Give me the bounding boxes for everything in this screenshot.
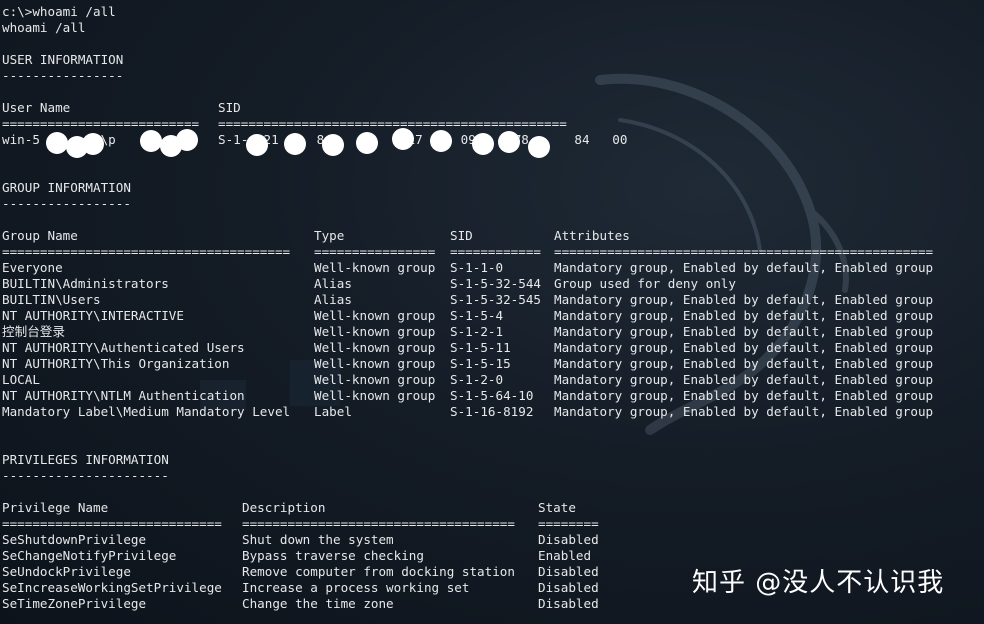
- user-name-separator: ==========================: [2, 116, 200, 131]
- group-type-cell: Well-known group: [314, 308, 436, 323]
- redaction-mark: [430, 130, 452, 152]
- group-name-cell: NT AUTHORITY\This Organization: [2, 356, 230, 371]
- zhihu-watermark: 知乎 @没人不认识我: [692, 568, 945, 598]
- privilege-description-cell: Increase a process working set: [242, 580, 470, 595]
- group-type-column-header: Type: [314, 228, 345, 243]
- privileges-info-heading: PRIVILEGES INFORMATION: [2, 452, 169, 467]
- redaction-mark: [246, 134, 268, 156]
- group-type-cell: Well-known group: [314, 388, 436, 403]
- group-sid-column-header: SID: [450, 228, 473, 243]
- privilege-state-column-header: State: [538, 500, 576, 515]
- group-sid-cell: S-1-2-0: [450, 372, 504, 387]
- privilege-state-cell: Enabled: [538, 548, 592, 563]
- sid-separator: ========================================…: [218, 116, 567, 131]
- redaction-mark: [392, 128, 414, 150]
- group-sid-cell: S-1-1-0: [450, 260, 504, 275]
- group-name-cell: BUILTIN\Administrators: [2, 276, 169, 291]
- group-attributes-cell: Mandatory group, Enabled by default, Ena…: [554, 308, 934, 323]
- group-sid-cell: S-1-5-64-10: [450, 388, 534, 403]
- redaction-mark: [472, 133, 494, 155]
- user-sid-value: S-1- 21 84 09 17 09 78 84 00: [218, 132, 628, 147]
- group-type-cell: Label: [314, 404, 352, 419]
- privilege-name-cell: SeShutdownPrivilege: [2, 532, 147, 547]
- redaction-mark: [528, 136, 550, 158]
- group-type-cell: Alias: [314, 292, 352, 307]
- prompt-line: c:\>whoami /all: [2, 4, 116, 19]
- privilege-description-separator: ====================================: [242, 516, 515, 531]
- privilege-description-cell: Bypass traverse checking: [242, 548, 424, 563]
- group-attributes-column-header: Attributes: [554, 228, 630, 243]
- group-name-separator: ======================================: [2, 244, 291, 259]
- group-attributes-separator: ========================================…: [554, 244, 934, 259]
- group-name-cell: NT AUTHORITY\NTLM Authentication: [2, 388, 245, 403]
- redaction-mark: [356, 132, 378, 154]
- group-name-cell: NT AUTHORITY\Authenticated Users: [2, 340, 245, 355]
- redaction-mark: [284, 133, 306, 155]
- privilege-description-column-header: Description: [242, 500, 326, 515]
- privilege-name-cell: SeIncreaseWorkingSetPrivilege: [2, 580, 222, 595]
- group-attributes-cell: Mandatory group, Enabled by default, Ena…: [554, 260, 934, 275]
- group-info-underline: -----------------: [2, 196, 131, 211]
- privilege-state-separator: ========: [538, 516, 599, 531]
- command-echo-line: whoami /all: [2, 20, 86, 35]
- privilege-description-cell: Remove computer from docking station: [242, 564, 515, 579]
- privilege-name-separator: =============================: [2, 516, 222, 531]
- group-type-cell: Well-known group: [314, 340, 436, 355]
- privilege-name-cell: SeTimeZonePrivilege: [2, 596, 147, 611]
- privilege-description-cell: Change the time zone: [242, 596, 394, 611]
- privilege-description-cell: Shut down the system: [242, 532, 394, 547]
- group-attributes-cell: Mandatory group, Enabled by default, Ena…: [554, 324, 934, 339]
- group-name-cell: BUILTIN\Users: [2, 292, 101, 307]
- privilege-state-cell: Disabled: [538, 596, 599, 611]
- user-info-underline: ----------------: [2, 68, 124, 83]
- group-type-cell: Well-known group: [314, 356, 436, 371]
- group-sid-separator: ============: [450, 244, 541, 259]
- group-name-cell: 控制台登录: [2, 324, 65, 339]
- group-type-cell: Well-known group: [314, 324, 436, 339]
- group-sid-cell: S-1-5-11: [450, 340, 511, 355]
- sid-column-header: SID: [218, 100, 241, 115]
- redaction-mark: [498, 131, 520, 153]
- redaction-mark: [176, 129, 198, 151]
- group-name-column-header: Group Name: [2, 228, 78, 243]
- group-attributes-cell: Mandatory group, Enabled by default, Ena…: [554, 356, 934, 371]
- group-sid-cell: S-1-5-4: [450, 308, 504, 323]
- group-attributes-cell: Mandatory group, Enabled by default, Ena…: [554, 292, 934, 307]
- group-name-cell: Everyone: [2, 260, 63, 275]
- redaction-mark: [140, 130, 162, 152]
- group-info-heading: GROUP INFORMATION: [2, 180, 131, 195]
- privilege-state-cell: Disabled: [538, 580, 599, 595]
- privilege-state-cell: Disabled: [538, 564, 599, 579]
- group-type-separator: ================: [314, 244, 436, 259]
- privilege-state-cell: Disabled: [538, 532, 599, 547]
- group-attributes-cell: Mandatory group, Enabled by default, Ena…: [554, 340, 934, 355]
- group-attributes-cell: Mandatory group, Enabled by default, Ena…: [554, 372, 934, 387]
- group-type-cell: Well-known group: [314, 260, 436, 275]
- terminal-window[interactable]: c:\>whoami /all whoami /all USER INFORMA…: [0, 0, 984, 624]
- group-sid-cell: S-1-5-32-544: [450, 276, 541, 291]
- privilege-name-cell: SeChangeNotifyPrivilege: [2, 548, 177, 563]
- group-name-cell: NT AUTHORITY\INTERACTIVE: [2, 308, 184, 323]
- privilege-name-cell: SeUndockPrivilege: [2, 564, 131, 579]
- group-sid-cell: S-1-16-8192: [450, 404, 534, 419]
- group-name-cell: Mandatory Label\Medium Mandatory Level: [2, 404, 291, 419]
- group-name-cell: LOCAL: [2, 372, 40, 387]
- redaction-mark: [46, 132, 68, 154]
- user-name-column-header: User Name: [2, 100, 71, 115]
- user-info-heading: USER INFORMATION: [2, 52, 124, 67]
- group-attributes-cell: Group used for deny only: [554, 276, 736, 291]
- group-attributes-cell: Mandatory group, Enabled by default, Ena…: [554, 388, 934, 403]
- group-attributes-cell: Mandatory group, Enabled by default, Ena…: [554, 404, 934, 419]
- redaction-mark: [82, 133, 104, 155]
- group-type-cell: Well-known group: [314, 372, 436, 387]
- privileges-info-underline: ----------------------: [2, 468, 169, 483]
- group-type-cell: Alias: [314, 276, 352, 291]
- privilege-name-column-header: Privilege Name: [2, 500, 109, 515]
- group-sid-cell: S-1-2-1: [450, 324, 504, 339]
- group-sid-cell: S-1-5-15: [450, 356, 511, 371]
- group-sid-cell: S-1-5-32-545: [450, 292, 541, 307]
- redaction-mark: [322, 134, 344, 156]
